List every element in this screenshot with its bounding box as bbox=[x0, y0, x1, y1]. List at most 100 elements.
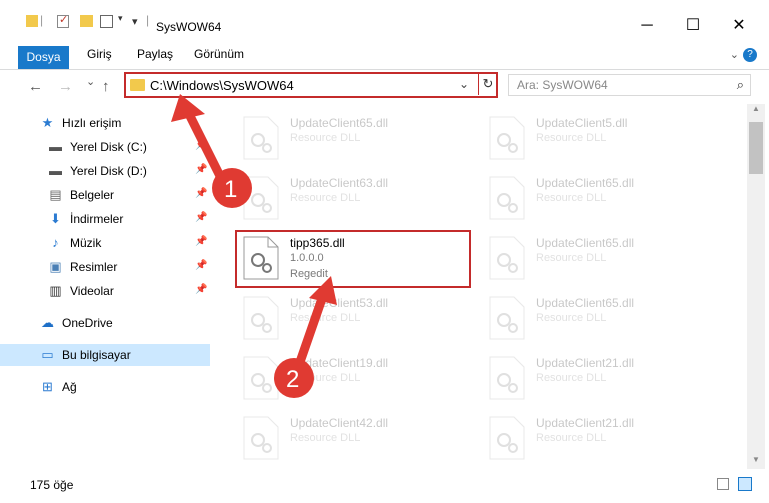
sidebar-item-label: Müzik bbox=[70, 236, 102, 250]
pin-icon[interactable]: 📌 bbox=[195, 164, 207, 175]
file-name: UpdateClient65.dll bbox=[290, 116, 389, 130]
file-name: UpdateClient53.dll bbox=[290, 296, 389, 310]
address-path[interactable]: C:\Windows\SysWOW64 bbox=[150, 78, 294, 93]
pin-icon[interactable]: 📌 bbox=[195, 140, 207, 151]
sidebar-item-downloads[interactable]: ⬇ İndirmeler 📌 bbox=[0, 208, 210, 230]
sidebar-item-music[interactable]: ♪ Müzik 📌 bbox=[0, 232, 210, 254]
file-item[interactable]: UpdateClient53.dll Resource DLL bbox=[238, 292, 468, 342]
help-icon[interactable]: ? bbox=[743, 48, 757, 62]
recent-locations-button[interactable]: ⌄ bbox=[86, 75, 95, 88]
sidebar-item-label: Resimler bbox=[70, 260, 118, 274]
file-name: UpdateClient42.dll bbox=[290, 416, 389, 430]
quick-access-dropdown-icon[interactable]: ▾ bbox=[118, 13, 123, 27]
file-description: Resource DLL bbox=[536, 372, 607, 384]
file-item[interactable]: UpdateClient63.dll Resource DLL bbox=[238, 172, 468, 222]
sidebar-item-onedrive[interactable]: ☁ OneDrive bbox=[0, 312, 210, 334]
close-button[interactable]: ✕ bbox=[716, 10, 762, 42]
file-name: UpdateClient21.dll bbox=[536, 416, 635, 430]
drive-icon: ▬ bbox=[49, 139, 62, 154]
file-item[interactable]: UpdateClient21.dll Resource DLL bbox=[484, 352, 714, 402]
minimize-button[interactable]: ─ bbox=[624, 10, 670, 42]
file-description: Resource DLL bbox=[290, 432, 361, 444]
file-highlight-box bbox=[235, 230, 471, 288]
view-options-icon[interactable] bbox=[100, 15, 113, 28]
customize-toolbar-icon[interactable]: ▾ bbox=[132, 15, 138, 29]
scroll-thumb[interactable] bbox=[749, 122, 763, 174]
pin-icon[interactable]: 📌 bbox=[195, 188, 207, 199]
folder-icon bbox=[26, 15, 38, 27]
dll-file-icon bbox=[489, 356, 525, 400]
file-description: Resource DLL bbox=[290, 372, 361, 384]
pin-icon[interactable]: 📌 bbox=[195, 212, 207, 223]
video-icon: ▥ bbox=[49, 283, 62, 298]
tab-home[interactable]: Giriş bbox=[87, 47, 112, 61]
sidebar-item-label: Ağ bbox=[62, 380, 77, 394]
network-icon: ⊞ bbox=[42, 379, 53, 394]
address-bar[interactable]: C:\Windows\SysWOW64 ⌄ ↻ bbox=[124, 72, 498, 98]
sidebar-item-drive-d[interactable]: ▬ Yerel Disk (D:) 📌 bbox=[0, 160, 210, 182]
file-description: Resource DLL bbox=[536, 312, 607, 324]
sidebar-item-videos[interactable]: ▥ Videolar 📌 bbox=[0, 280, 210, 302]
tab-share[interactable]: Paylaş bbox=[137, 47, 173, 61]
file-name: UpdateClient21.dll bbox=[536, 356, 635, 370]
file-description: Resource DLL bbox=[290, 132, 361, 144]
cloud-icon: ☁ bbox=[41, 315, 54, 330]
picture-icon: ▣ bbox=[49, 259, 62, 274]
file-name: UpdateClient65.dll bbox=[536, 176, 635, 190]
document-icon: ▤ bbox=[49, 187, 62, 202]
forward-button[interactable]: → bbox=[58, 78, 73, 95]
address-history-button[interactable]: ⌄ bbox=[459, 77, 469, 91]
dll-file-icon bbox=[489, 416, 525, 460]
new-folder-icon[interactable] bbox=[80, 15, 93, 27]
file-description: Resource DLL bbox=[536, 192, 607, 204]
maximize-button[interactable]: ☐ bbox=[670, 10, 716, 42]
drive-icon: ▬ bbox=[49, 163, 62, 178]
sidebar-item-network[interactable]: ⊞ Ağ bbox=[0, 376, 210, 398]
pin-icon[interactable]: 📌 bbox=[195, 260, 207, 271]
search-input[interactable]: Ara: SysWOW64 ⌕ bbox=[508, 74, 751, 96]
file-item[interactable]: UpdateClient65.dll Resource DLL bbox=[484, 172, 714, 222]
tab-file[interactable]: Dosya bbox=[18, 46, 69, 69]
file-name: UpdateClient19.dll bbox=[290, 356, 389, 370]
sidebar-item-label: Videolar bbox=[70, 284, 114, 298]
ribbon-tabs: Dosya Giriş Paylaş Görünüm ⌄ ? bbox=[0, 42, 769, 70]
file-description: Resource DLL bbox=[536, 132, 607, 144]
file-name: UpdateClient63.dll bbox=[290, 176, 389, 190]
file-item[interactable]: UpdateClient21.dll Resource DLL bbox=[484, 412, 714, 462]
file-item[interactable]: UpdateClient65.dll Resource DLL bbox=[484, 292, 714, 342]
file-item[interactable]: UpdateClient65.dll Resource DLL bbox=[484, 232, 714, 282]
tab-view[interactable]: Görünüm bbox=[194, 47, 244, 61]
sidebar-item-this-pc[interactable]: ▭ Bu bilgisayar bbox=[0, 344, 210, 366]
file-item[interactable]: UpdateClient5.dll Resource DLL bbox=[484, 112, 714, 162]
sidebar-item-quick-access[interactable]: ★ Hızlı erişim bbox=[0, 112, 210, 134]
file-name: UpdateClient65.dll bbox=[536, 296, 635, 310]
search-icon[interactable]: ⌕ bbox=[737, 77, 744, 93]
file-item[interactable]: UpdateClient42.dll Resource DLL bbox=[238, 412, 468, 462]
sidebar-item-label: Belgeler bbox=[70, 188, 115, 202]
details-view-icon[interactable] bbox=[717, 478, 729, 490]
dll-file-icon bbox=[243, 296, 279, 340]
dll-file-icon bbox=[489, 116, 525, 160]
sidebar-item-pictures[interactable]: ▣ Resimler 📌 bbox=[0, 256, 210, 278]
properties-icon[interactable]: ✓ bbox=[57, 14, 69, 28]
pin-icon[interactable]: 📌 bbox=[195, 284, 207, 295]
computer-icon: ▭ bbox=[41, 347, 54, 362]
sidebar-item-drive-c[interactable]: ▬ Yerel Disk (C:) 📌 bbox=[0, 136, 210, 158]
large-icons-view-icon[interactable] bbox=[738, 477, 752, 491]
dll-file-icon bbox=[243, 416, 279, 460]
up-button[interactable]: ↑ bbox=[102, 78, 110, 95]
expand-ribbon-icon[interactable]: ⌄ bbox=[730, 48, 739, 61]
file-item[interactable]: UpdateClient65.dll Resource DLL bbox=[238, 112, 468, 162]
music-icon: ♪ bbox=[52, 235, 59, 250]
scroll-down-icon[interactable]: ▼ bbox=[747, 455, 765, 469]
scroll-up-icon[interactable]: ▲ bbox=[747, 104, 765, 118]
file-item[interactable]: UpdateClient19.dll Resource DLL bbox=[238, 352, 468, 402]
file-description: Resource DLL bbox=[290, 192, 361, 204]
file-name: UpdateClient5.dll bbox=[536, 116, 628, 130]
pin-icon[interactable]: 📌 bbox=[195, 236, 207, 247]
sidebar-item-documents[interactable]: ▤ Belgeler 📌 bbox=[0, 184, 210, 206]
back-button[interactable]: ← bbox=[28, 78, 43, 95]
dll-file-icon bbox=[243, 176, 279, 220]
vertical-scrollbar[interactable]: ▲ ▼ bbox=[747, 104, 765, 469]
refresh-button[interactable]: ↻ bbox=[478, 73, 497, 95]
